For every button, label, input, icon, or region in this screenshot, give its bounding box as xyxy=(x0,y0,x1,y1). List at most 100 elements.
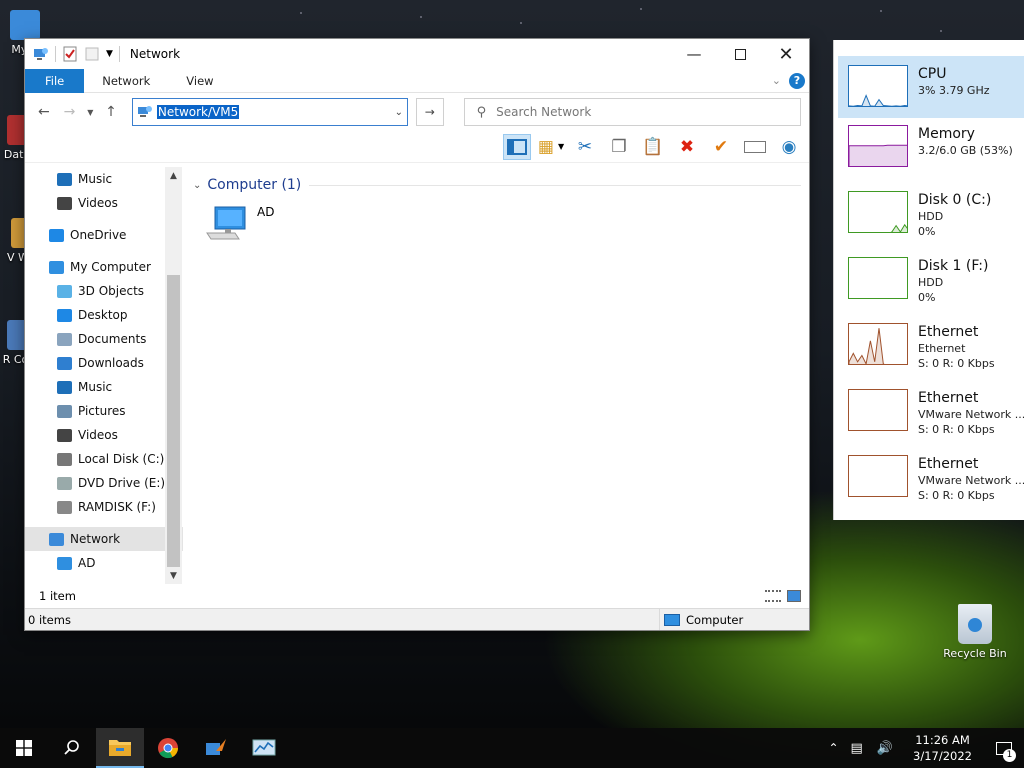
chrome-app[interactable] xyxy=(144,728,192,768)
computer-icon xyxy=(664,613,680,626)
perf-graph-line xyxy=(849,144,907,166)
chevron-up-icon: ▲ xyxy=(170,170,177,181)
properties-button[interactable]: ✔ xyxy=(707,134,735,160)
nav-item[interactable]: Music xyxy=(25,375,183,399)
perf-item[interactable]: Ethernet VMware Network ... S: 0 R: 0 Kbps xyxy=(838,380,1024,442)
task-manager-app[interactable] xyxy=(240,728,288,768)
nav-item[interactable]: Videos xyxy=(25,191,183,215)
forward-button[interactable]: → xyxy=(59,100,81,124)
up-button[interactable]: ↑ xyxy=(100,100,122,124)
cut-button[interactable]: ✂ xyxy=(571,134,599,160)
paste-button[interactable]: 📋 xyxy=(639,134,667,160)
tab-network[interactable]: Network xyxy=(84,69,168,93)
perf-detail-1: VMware Network ... xyxy=(918,408,1024,421)
details-view-icon[interactable] xyxy=(765,590,781,602)
delete-button[interactable]: ✖ xyxy=(673,134,701,160)
copy-icon: ❐ xyxy=(611,136,627,157)
nav-scrollbar[interactable]: ▲ ▼ xyxy=(165,167,182,584)
group-header-computer[interactable]: ⌄ Computer (1) xyxy=(193,177,801,193)
network-icon xyxy=(137,106,152,117)
nav-item[interactable]: Downloads xyxy=(25,351,183,375)
perf-item[interactable]: Disk 1 (F:) HDD 0% xyxy=(838,248,1024,310)
perf-title: Ethernet xyxy=(918,390,979,406)
nav-item[interactable]: DVD Drive (E:) CI xyxy=(25,471,183,495)
address-bar[interactable]: Network/VM5 ⌄ xyxy=(131,98,408,126)
preview-pane-button[interactable] xyxy=(503,133,531,160)
file-explorer-app[interactable] xyxy=(96,728,144,768)
show-hidden-icons-chevron-icon[interactable]: ⌃ xyxy=(822,741,844,755)
large-icons-view-icon[interactable] xyxy=(787,590,801,602)
network-computer-item[interactable]: AD xyxy=(205,205,274,245)
perf-graph xyxy=(848,323,908,365)
tab-view[interactable]: View xyxy=(168,69,231,93)
window-title: Network xyxy=(129,47,181,61)
nav-item[interactable]: OneDrive xyxy=(25,223,183,247)
volume-icon[interactable]: 🔊 xyxy=(869,741,901,756)
search-box[interactable]: ⚲ Search Network xyxy=(463,98,802,126)
nav-item[interactable]: Desktop xyxy=(25,303,183,327)
perf-item[interactable]: CPU 3% 3.79 GHz xyxy=(838,56,1024,118)
chevron-down-icon: ▼ xyxy=(87,107,94,117)
status-bar: 1 item xyxy=(25,584,809,608)
nav-item-label: Music xyxy=(78,172,113,186)
back-button[interactable]: ← xyxy=(33,100,55,124)
desktop-folder-icon xyxy=(57,308,72,322)
rename-icon xyxy=(744,140,766,153)
perf-detail-2: 0% xyxy=(918,225,936,238)
properties-icon[interactable] xyxy=(62,46,78,62)
search-button[interactable] xyxy=(48,728,96,768)
network-icon[interactable] xyxy=(33,46,49,62)
perf-item[interactable]: Ethernet Ethernet S: 0 R: 0 Kbps xyxy=(838,314,1024,376)
copy-button[interactable]: ❐ xyxy=(605,134,633,160)
computer-icon xyxy=(57,556,72,570)
scroll-down-button[interactable]: ▼ xyxy=(165,567,182,584)
minimize-button[interactable]: — xyxy=(671,39,717,69)
perf-item[interactable]: Memory 3.2/6.0 GB (53%) xyxy=(838,116,1024,178)
recent-locations-button[interactable]: ▼ xyxy=(84,100,96,124)
nav-item[interactable]: RAMDISK (F:) xyxy=(25,495,183,519)
expand-ribbon-icon[interactable]: ⌄ xyxy=(772,74,781,87)
nav-item[interactable]: Videos xyxy=(25,423,183,447)
perf-title: Ethernet xyxy=(918,456,979,472)
notifications-button[interactable]: 1 xyxy=(984,728,1024,768)
nav-item[interactable]: Documents xyxy=(25,327,183,351)
layout-button[interactable]: ▦ ▼ xyxy=(537,134,565,160)
perf-item[interactable]: Ethernet VMware Network ... S: 0 R: 0 Kbps xyxy=(838,446,1024,508)
perf-detail-1: Ethernet xyxy=(918,342,966,355)
arrow-right-icon: → xyxy=(63,104,76,120)
arrow-right-icon: → xyxy=(424,105,435,119)
tool-app[interactable] xyxy=(192,728,240,768)
address-dropdown-icon[interactable]: ⌄ xyxy=(395,107,403,118)
new-folder-icon[interactable] xyxy=(84,46,100,62)
perf-graph xyxy=(848,125,908,167)
tab-file[interactable]: File xyxy=(25,68,85,93)
nav-item[interactable]: AD xyxy=(25,551,183,575)
scroll-up-button[interactable]: ▲ xyxy=(165,167,182,184)
close-button[interactable]: ✕ xyxy=(763,39,809,69)
music-icon xyxy=(57,172,72,186)
nav-item-label: Desktop xyxy=(78,308,128,322)
go-button[interactable]: → xyxy=(415,98,444,126)
item-label: AD xyxy=(257,205,275,219)
address-text[interactable]: Network/VM5 xyxy=(156,105,240,119)
navigation-pane: Music Videos OneDrive My Computer 3D Objects… xyxy=(25,167,183,584)
help-icon[interactable]: ? xyxy=(789,72,805,89)
maximize-button[interactable] xyxy=(717,39,763,69)
computer-icon xyxy=(49,260,64,274)
clock[interactable]: 11:26 AM 3/17/2022 xyxy=(901,732,984,764)
network-sharing-button[interactable]: ◉ xyxy=(775,134,803,160)
start-button[interactable] xyxy=(0,728,48,768)
ramdisk-icon xyxy=(57,500,72,514)
nav-item[interactable]: Pictures xyxy=(25,399,183,423)
perf-item[interactable]: Disk 0 (C:) HDD 0% xyxy=(838,182,1024,244)
quick-access-dropdown-icon[interactable]: ▼ xyxy=(106,49,113,59)
nav-item[interactable]: Local Disk (C:) xyxy=(25,447,183,471)
nav-item[interactable]: My Computer xyxy=(25,255,183,279)
recycle-bin[interactable]: Recycle Bin xyxy=(940,604,1010,660)
nav-item[interactable]: Music xyxy=(25,167,183,191)
scroll-thumb[interactable] xyxy=(167,275,180,567)
nav-item[interactable]: 3D Objects xyxy=(25,279,183,303)
nav-item[interactable]: Network xyxy=(25,527,183,551)
network-status-icon[interactable]: ▤ xyxy=(845,741,869,756)
rename-button[interactable] xyxy=(741,134,769,160)
